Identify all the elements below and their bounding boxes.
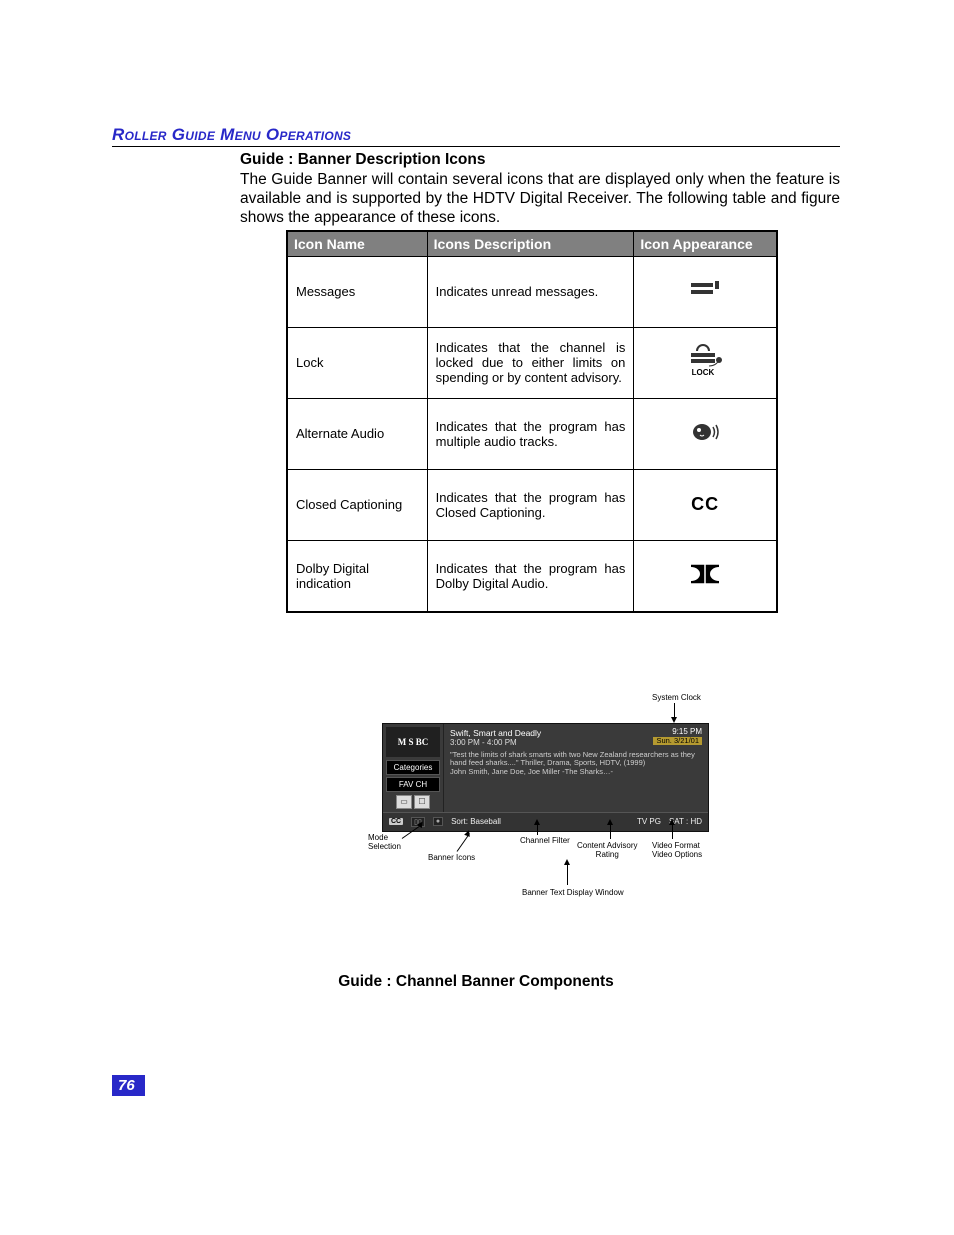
- cell-name: Alternate Audio: [287, 398, 427, 469]
- cc-icon: CC: [691, 494, 719, 514]
- label-system-clock: System Clock: [652, 693, 701, 702]
- table-header-row: Icon Name Icons Description Icon Appeara…: [287, 231, 777, 257]
- mode-box-right: ☐: [414, 795, 430, 809]
- col-icon-desc: Icons Description: [427, 231, 634, 257]
- intro-paragraph: The Guide Banner will contain several ic…: [240, 171, 840, 228]
- cell-name: Dolby Digital indication: [287, 540, 427, 612]
- banner-text-area: Swift, Smart and Deadly 3:00 PM - 4:00 P…: [444, 724, 708, 812]
- cell-desc: Indicates that the program has Dolby Dig…: [427, 540, 634, 612]
- banner-left-column: M S BC Categories FAV CH ▭ ☐: [383, 724, 444, 812]
- section-header-text: Roller Guide Menu Operations: [112, 125, 351, 144]
- subsection-heading: Guide : Banner Description Icons: [240, 151, 840, 169]
- cell-name: Messages: [287, 256, 427, 327]
- favch-button: FAV CH: [386, 777, 440, 792]
- cell-name: Lock: [287, 327, 427, 398]
- categories-button: Categories: [386, 760, 440, 775]
- arrow-up-icon: [464, 829, 472, 837]
- section-header: Roller Guide Menu Operations: [112, 125, 840, 147]
- cell-desc: Indicates that the program has Closed Ca…: [427, 469, 634, 540]
- rating-text: TV PG: [637, 817, 661, 826]
- cell-appearance: LOCK: [634, 327, 777, 398]
- cell-desc: Indicates that the program has multiple …: [427, 398, 634, 469]
- logo-text: M S BC: [398, 738, 429, 746]
- table-row: Alternate Audio Indicates that the progr…: [287, 398, 777, 469]
- figure-caption: Guide : Channel Banner Components: [112, 973, 840, 991]
- program-description: "Test the limits of shark smarts with tw…: [450, 751, 702, 777]
- lock-caption: LOCK: [692, 368, 715, 377]
- arrow-up-icon: [607, 819, 613, 825]
- network-logo: M S BC: [386, 727, 440, 757]
- messages-icon: [688, 279, 722, 301]
- page-number: 76: [112, 1075, 145, 1096]
- program-time-range: 3:00 PM - 4:00 PM: [450, 738, 541, 747]
- cell-appearance: [634, 398, 777, 469]
- arrow-line: [674, 703, 675, 717]
- lock-icon: LOCK: [683, 343, 727, 379]
- arrow-line: [567, 865, 568, 885]
- arrow-line: [537, 825, 538, 835]
- cell-appearance: [634, 256, 777, 327]
- cc-chip: CC: [389, 818, 403, 825]
- altaudio-chip: ●: [433, 817, 443, 826]
- label-banner-text-window: Banner Text Display Window: [522, 888, 624, 897]
- mode-box-left: ▭: [396, 795, 412, 809]
- col-icon-app: Icon Appearance: [634, 231, 777, 257]
- cell-appearance: CC: [634, 469, 777, 540]
- cell-desc: Indicates that the channel is locked due…: [427, 327, 634, 398]
- label-video-format: Video Format Video Options: [652, 841, 702, 859]
- banner-bottom-strip: CC ▯▯ ● Sort: Baseball TV PG SAT : HD: [383, 812, 708, 831]
- cell-appearance: [634, 540, 777, 612]
- arrow-up-icon: [534, 819, 540, 825]
- program-title: Swift, Smart and Deadly: [450, 728, 541, 738]
- clock-date: Sun. 3/21/01: [653, 737, 702, 745]
- cell-name: Closed Captioning: [287, 469, 427, 540]
- arrow-up-icon: [669, 819, 675, 825]
- cell-desc: Indicates unread messages.: [427, 256, 634, 327]
- arrow-line: [672, 825, 673, 839]
- col-icon-name: Icon Name: [287, 231, 427, 257]
- table-row: Dolby Digital indication Indicates that …: [287, 540, 777, 612]
- arrow-up-icon: [564, 859, 570, 865]
- system-clock: 9:15 PM Sun. 3/21/01: [653, 728, 702, 747]
- sort-text: Sort: Baseball: [451, 817, 501, 826]
- label-banner-icons: Banner Icons: [428, 853, 475, 862]
- label-channel-filter: Channel Filter: [520, 836, 570, 845]
- icon-description-table: Icon Name Icons Description Icon Appeara…: [286, 230, 778, 613]
- alt-audio-icon: [688, 419, 722, 445]
- dolby-icon: [689, 564, 721, 584]
- label-content-advisory: Content Advisory Rating: [577, 841, 637, 859]
- table-row: Messages Indicates unread messages.: [287, 256, 777, 327]
- arrow-line: [610, 825, 611, 839]
- mode-swap-row: ▭ ☐: [386, 795, 440, 809]
- guide-banner: M S BC Categories FAV CH ▭ ☐ Swift, Smar…: [382, 723, 709, 832]
- table-row: Lock Indicates that the channel is locke…: [287, 327, 777, 398]
- label-mode-selection: Mode Selection: [368, 833, 401, 851]
- table-row: Closed Captioning Indicates that the pro…: [287, 469, 777, 540]
- channel-banner-figure: System Clock M S BC Categories FAV CH ▭ …: [112, 693, 840, 963]
